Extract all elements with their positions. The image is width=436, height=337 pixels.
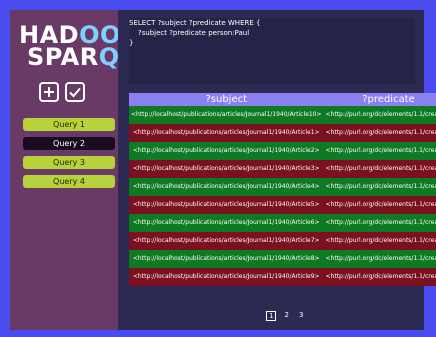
table-row: <http://localhost/publications/articles/…	[129, 250, 436, 268]
predicate-cell: <http://purl.org/dc/elements/1.1/creator…	[323, 142, 436, 160]
subject-cell: <http://localhost/publications/articles/…	[129, 196, 324, 214]
subject-cell: <http://localhost/publications/articles/…	[129, 142, 324, 160]
add-query-button[interactable]	[39, 82, 59, 102]
query-button-2[interactable]: Query 2	[23, 137, 115, 150]
subject-cell: <http://localhost/publications/articles/…	[129, 268, 324, 286]
logo: HADOOP SPARQL	[19, 23, 138, 71]
predicate-cell: <http://purl.org/dc/elements/1.1/creator…	[323, 268, 436, 286]
predicate-cell: <http://purl.org/dc/elements/1.1/creator…	[323, 214, 436, 232]
query-line: SELECT ?subject ?predicate WHERE {	[129, 19, 261, 27]
predicate-cell: <http://purl.org/dc/elements/1.1/creator…	[323, 106, 436, 124]
logo-text: Q	[98, 43, 120, 71]
results-table: ?subject ?predicate <http://localhost/pu…	[129, 93, 436, 286]
table-row: <http://localhost/publications/articles/…	[129, 160, 436, 178]
table-row: <http://localhost/publications/articles/…	[129, 142, 436, 160]
subject-cell: <http://localhost/publications/articles/…	[129, 214, 324, 232]
subject-cell: <http://localhost/publications/articles/…	[129, 178, 324, 196]
predicate-cell: <http://purl.org/dc/elements/1.1/creator…	[323, 160, 436, 178]
table-row: <http://localhost/publications/articles/…	[129, 106, 436, 124]
predicate-cell: <http://purl.org/dc/elements/1.1/creator…	[323, 232, 436, 250]
table-row: <http://localhost/publications/articles/…	[129, 268, 436, 286]
query-button-3[interactable]: Query 3	[23, 156, 115, 169]
table-row: <http://localhost/publications/articles/…	[129, 214, 436, 232]
page-link-2[interactable]: 2	[282, 311, 290, 321]
predicate-cell: <http://purl.org/dc/elements/1.1/creator…	[323, 124, 436, 142]
query-button-1[interactable]: Query 1	[23, 118, 115, 131]
table-row: <http://localhost/publications/articles/…	[129, 232, 436, 250]
subject-cell: <http://localhost/publications/articles/…	[129, 106, 324, 124]
subject-cell: <http://localhost/publications/articles/…	[129, 160, 324, 178]
run-query-button[interactable]	[65, 82, 85, 102]
table-row: <http://localhost/publications/articles/…	[129, 178, 436, 196]
predicate-cell: <http://purl.org/dc/elements/1.1/creator…	[323, 178, 436, 196]
page-link-1[interactable]: 1	[266, 311, 277, 321]
column-header-subject[interactable]: ?subject	[129, 93, 324, 106]
predicate-cell: <http://purl.org/dc/elements/1.1/creator…	[323, 250, 436, 268]
predicate-cell: <http://purl.org/dc/elements/1.1/creator…	[323, 196, 436, 214]
table-row: <http://localhost/publications/articles/…	[129, 124, 436, 142]
toolbar	[39, 82, 85, 102]
plus-icon	[44, 87, 54, 97]
query-button-4[interactable]: Query 4	[23, 175, 115, 188]
query-list: Query 1 Query 2 Query 3 Query 4	[23, 118, 115, 194]
subject-cell: <http://localhost/publications/articles/…	[129, 232, 324, 250]
table-row: <http://localhost/publications/articles/…	[129, 196, 436, 214]
query-line: }	[129, 39, 134, 47]
query-editor[interactable]: SELECT ?subject ?predicate WHERE { ?subj…	[129, 18, 415, 84]
logo-text: SPAR	[27, 43, 99, 71]
subject-cell: <http://localhost/publications/articles/…	[129, 250, 324, 268]
page-link-3[interactable]: 3	[297, 311, 305, 321]
column-header-predicate[interactable]: ?predicate	[323, 93, 436, 106]
check-icon	[69, 87, 81, 98]
query-line: ?subject ?predicate person:Paul	[129, 29, 250, 37]
pagination: 1 2 3	[266, 311, 305, 321]
subject-cell: <http://localhost/publications/articles/…	[129, 124, 324, 142]
